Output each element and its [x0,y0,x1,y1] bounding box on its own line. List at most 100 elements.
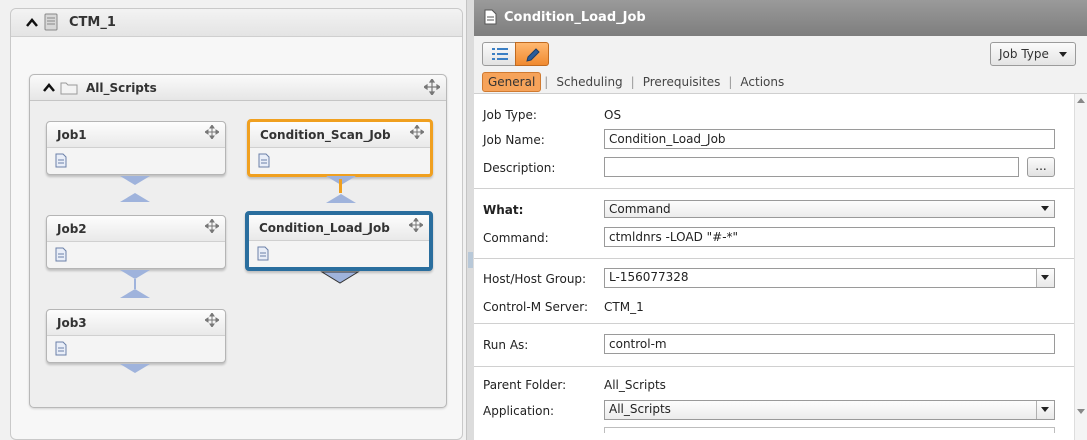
application-combobox-value: All_Scripts [609,402,671,416]
folder-all-scripts[interactable]: All_Scripts Job1 Job2 Job3 Condition_Sca… [29,74,447,408]
command-label: Command: [483,231,549,245]
job-header: Condition_Scan_Job [250,122,430,148]
what-label: What: [483,203,524,217]
host-combobox-dropdown[interactable] [1036,269,1054,287]
list-icon [492,48,508,60]
job-name-input[interactable]: Condition_Load_Job [604,129,1055,149]
divider [474,258,1074,259]
application-combobox-dropdown[interactable] [1036,401,1054,419]
server-title: CTM_1 [69,15,116,30]
general-form: Job Type: OS Job Name: Condition_Load_Jo… [474,94,1074,440]
chevron-down-icon [1059,52,1067,57]
description-label: Description: [483,161,556,175]
tab-scheduling[interactable]: Scheduling [551,73,627,91]
properties-toolbar: Job Type General | Scheduling | Prerequisite… [474,36,1087,94]
script-icon [55,153,67,168]
script-icon [55,247,67,262]
job-header: Job1 [47,122,225,148]
properties-tabs: General | Scheduling | Prerequisites | Actions [482,72,789,92]
tab-separator: | [728,75,733,89]
description-input[interactable] [604,157,1019,177]
flow-arrow [326,194,356,203]
move-icon[interactable] [424,79,440,95]
scroll-down-icon[interactable] [1077,409,1085,414]
host-combobox-value: L-156077328 [609,270,689,284]
collapse-icon[interactable] [42,81,56,93]
job-header: Condition_Load_Job [249,215,429,241]
chevron-down-icon [1041,407,1049,412]
job-name: Job3 [57,316,87,330]
flow-arrow [120,270,150,279]
properties-title: Condition_Load_Job [504,10,646,25]
tab-prerequisites[interactable]: Prerequisites [638,73,726,91]
command-input[interactable]: ctmldnrs -LOAD "#-*" [604,227,1055,247]
server-panel: CTM_1 All_Scripts Job1 Job2 Job3 Conditi… [10,8,463,440]
server-icon [44,13,58,31]
host-combobox[interactable]: L-156077328 [604,268,1055,288]
script-icon [55,341,67,356]
divider [474,323,1074,324]
job-type-label: Job Type: [483,108,537,122]
tab-separator: | [544,75,549,89]
server-panel-header: CTM_1 [11,9,462,37]
properties-panel: Condition_Load_Job Job Type General | Sche… [474,0,1087,440]
script-icon [257,246,269,261]
job-name: Condition_Load_Job [259,221,390,235]
parent-folder-value: All_Scripts [604,378,666,392]
move-icon[interactable] [205,125,219,139]
job-name: Job2 [57,222,87,236]
application-label: Application: [483,404,555,418]
job-node-job3[interactable]: Job3 [46,309,226,363]
control-m-server-value: CTM_1 [604,300,644,314]
collapse-icon[interactable] [25,16,39,28]
move-icon[interactable] [205,219,219,233]
run-as-input[interactable]: control-m [604,334,1055,354]
job-type-button[interactable]: Job Type [990,42,1076,66]
job-type-value: OS [604,108,622,122]
what-select[interactable]: Command [604,200,1055,218]
document-icon [484,9,497,25]
job-node-job2[interactable]: Job2 [46,215,226,269]
job-header: Job2 [47,216,225,242]
job-node-job1[interactable]: Job1 [46,121,226,175]
scroll-up-icon[interactable] [1077,98,1085,103]
move-icon[interactable] [205,313,219,327]
tab-actions[interactable]: Actions [735,73,789,91]
job-header: Job3 [47,310,225,336]
job-node-condition-scan-job[interactable]: Condition_Scan_Job [247,119,433,177]
output-connector-icon[interactable] [320,271,360,285]
move-icon[interactable] [410,125,424,139]
folder-icon [60,82,78,95]
run-as-label: Run As: [483,338,529,352]
panel-splitter[interactable] [466,0,474,440]
parent-folder-label: Parent Folder: [483,378,567,392]
next-field-partial [604,427,1055,433]
workspace-canvas[interactable]: CTM_1 All_Scripts Job1 Job2 Job3 Conditi… [0,0,466,440]
splitter-handle[interactable] [468,252,473,268]
move-icon[interactable] [409,218,423,232]
job-name: Condition_Scan_Job [260,128,391,142]
tab-general[interactable]: General [482,72,542,92]
description-browse-button[interactable]: ... [1027,157,1055,177]
flow-arrow [120,289,150,298]
flow-line [134,279,136,289]
folder-title: All_Scripts [86,81,157,95]
application-combobox[interactable]: All_Scripts [604,400,1055,420]
folder-header: All_Scripts [30,75,446,101]
flow-line-highlight [339,179,342,193]
control-m-server-label: Control-M Server: [483,300,589,314]
flow-arrow [120,193,150,202]
pencil-icon [526,48,540,62]
properties-scrollbar[interactable] [1074,94,1087,440]
divider [474,188,1074,189]
chevron-down-icon [1041,275,1049,280]
job-node-condition-load-job[interactable]: Condition_Load_Job [245,211,433,271]
job-name: Job1 [57,128,87,142]
list-view-button[interactable] [482,42,516,66]
chevron-down-icon [1041,206,1049,211]
script-icon [258,153,270,168]
properties-header: Condition_Load_Job [474,0,1087,36]
host-label: Host/Host Group: [483,272,587,286]
what-select-value: Command [609,202,671,216]
edit-button[interactable] [515,42,549,66]
